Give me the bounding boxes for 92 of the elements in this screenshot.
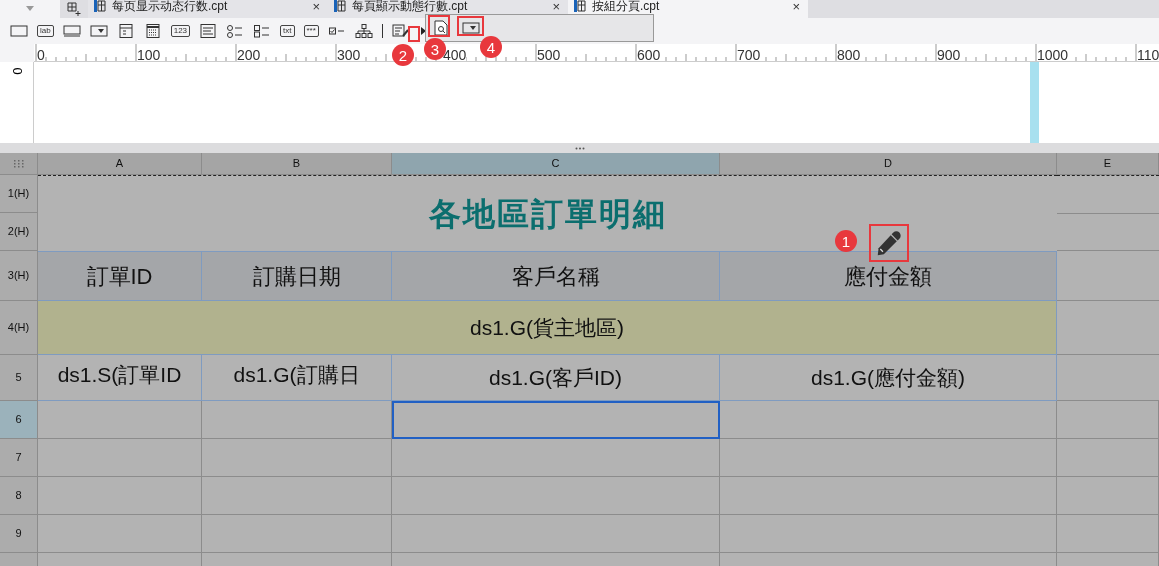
ruler-label: 0	[37, 48, 45, 61]
column-header[interactable]: A	[38, 153, 202, 175]
column-header[interactable]: E	[1057, 153, 1159, 175]
ruler-label: 300	[337, 48, 361, 61]
report-icon	[574, 0, 586, 12]
textarea-widget-icon[interactable]	[199, 24, 218, 38]
table-cell[interactable]: ds1.G(貨主地區)	[38, 301, 1057, 355]
table-cell[interactable]: ds1.G(應付金額)	[720, 355, 1057, 401]
widget-icon[interactable]: 123	[170, 25, 191, 37]
table-cell[interactable]	[720, 439, 1057, 477]
table-cell[interactable]	[720, 401, 1057, 439]
row-header[interactable]: 5	[0, 355, 38, 401]
select-all-icon[interactable]	[13, 159, 24, 168]
ruler-label: 200	[237, 48, 261, 61]
ruler-label: 700	[737, 48, 761, 61]
row-header[interactable]: 8	[0, 477, 38, 515]
form-widget-icon[interactable]	[116, 24, 135, 38]
table-cell[interactable]: 訂單ID	[38, 251, 202, 301]
dropdown-widget-icon[interactable]	[462, 21, 480, 35]
table-cell[interactable]	[392, 439, 720, 477]
table-cell[interactable]	[202, 439, 392, 477]
row-header[interactable]: 6	[0, 401, 38, 439]
table-cell[interactable]	[1057, 213, 1159, 251]
checkbox-group-icon[interactable]	[253, 24, 272, 38]
table-cell[interactable]	[38, 515, 202, 553]
table-cell[interactable]	[720, 515, 1057, 553]
expand-arrow-icon[interactable]	[418, 26, 427, 36]
close-icon[interactable]: ×	[312, 0, 320, 13]
table-cell[interactable]	[392, 515, 720, 553]
ruler-label: 600	[637, 48, 661, 61]
row-header[interactable]: 9	[0, 515, 38, 553]
column-header[interactable]: C	[392, 153, 720, 175]
highlight-frame	[408, 26, 420, 42]
file-tab[interactable]: 按組分頁.cpt ×	[568, 0, 808, 18]
calendar-icon[interactable]	[143, 24, 162, 38]
table-cell[interactable]: ds1.G(客戶ID)	[392, 355, 720, 401]
table-cell[interactable]	[38, 477, 202, 515]
preview-icon[interactable]	[434, 20, 448, 36]
table-cell[interactable]: 客戶名稱	[392, 251, 720, 301]
pencil-icon	[876, 230, 902, 256]
highlight-frame	[457, 16, 484, 36]
widget-icon[interactable]: lab	[37, 25, 54, 37]
ruler-label: 100	[137, 48, 161, 61]
table-cell[interactable]	[202, 401, 392, 439]
table-cell[interactable]	[202, 515, 392, 553]
checkbox-widget-icon[interactable]	[327, 24, 346, 38]
ruler-label: 0	[9, 67, 24, 75]
table-cell[interactable]	[1057, 477, 1159, 515]
report-icon	[94, 0, 106, 12]
list-edit-icon[interactable]	[391, 24, 410, 38]
table-cell[interactable]	[720, 477, 1057, 515]
close-icon[interactable]: ×	[552, 0, 560, 13]
toolbar-separator	[381, 24, 383, 38]
column-header[interactable]: B	[202, 153, 392, 175]
table-cell[interactable]: ds1.S(訂單ID	[38, 355, 202, 401]
drag-handle-icon[interactable]	[574, 146, 585, 150]
selected-cell[interactable]	[392, 401, 720, 439]
highlight-frame	[869, 224, 909, 262]
table-cell[interactable]	[38, 439, 202, 477]
table-cell[interactable]	[1057, 401, 1159, 439]
new-report-icon[interactable]	[67, 2, 81, 16]
textfield-widget-icon[interactable]	[62, 24, 81, 38]
report-icon	[334, 0, 346, 12]
radio-group-icon[interactable]	[226, 24, 245, 38]
table-cell[interactable]	[392, 477, 720, 515]
widget-icon[interactable]: ***	[303, 25, 319, 37]
ruler-label: 1000	[1037, 48, 1069, 61]
table-cell[interactable]: ds1.G(訂購日	[202, 355, 392, 401]
file-tab[interactable]: 每页显示动态行数.cpt ×	[88, 0, 328, 18]
table-cell[interactable]: 訂購日期	[202, 251, 392, 301]
ruler-label: 500	[537, 48, 561, 61]
column-header[interactable]: D	[720, 153, 1057, 175]
tree-icon[interactable]	[354, 24, 373, 38]
ruler-label: 900	[937, 48, 961, 61]
dropdown-widget-icon[interactable]	[89, 24, 108, 38]
close-icon[interactable]: ×	[792, 0, 800, 13]
button-widget-icon[interactable]	[10, 24, 28, 38]
table-cell[interactable]	[1057, 515, 1159, 553]
row-header[interactable]: 2(H)	[0, 213, 38, 251]
ruler-label: 800	[837, 48, 861, 61]
row-header[interactable]: 3(H)	[0, 251, 38, 301]
table-cell[interactable]	[38, 401, 202, 439]
table-cell[interactable]	[1057, 439, 1159, 477]
row-header[interactable]: 1(H)	[0, 175, 38, 213]
row-header[interactable]: 7	[0, 439, 38, 477]
widget-icon[interactable]: txt	[280, 25, 295, 37]
table-cell[interactable]: 應付金額	[720, 251, 1057, 301]
highlight-frame	[428, 15, 450, 37]
ruler-label: 110	[1137, 48, 1159, 61]
row-header[interactable]: 4(H)	[0, 301, 38, 355]
table-cell[interactable]	[202, 477, 392, 515]
dropdown-caret-icon[interactable]	[25, 6, 35, 12]
